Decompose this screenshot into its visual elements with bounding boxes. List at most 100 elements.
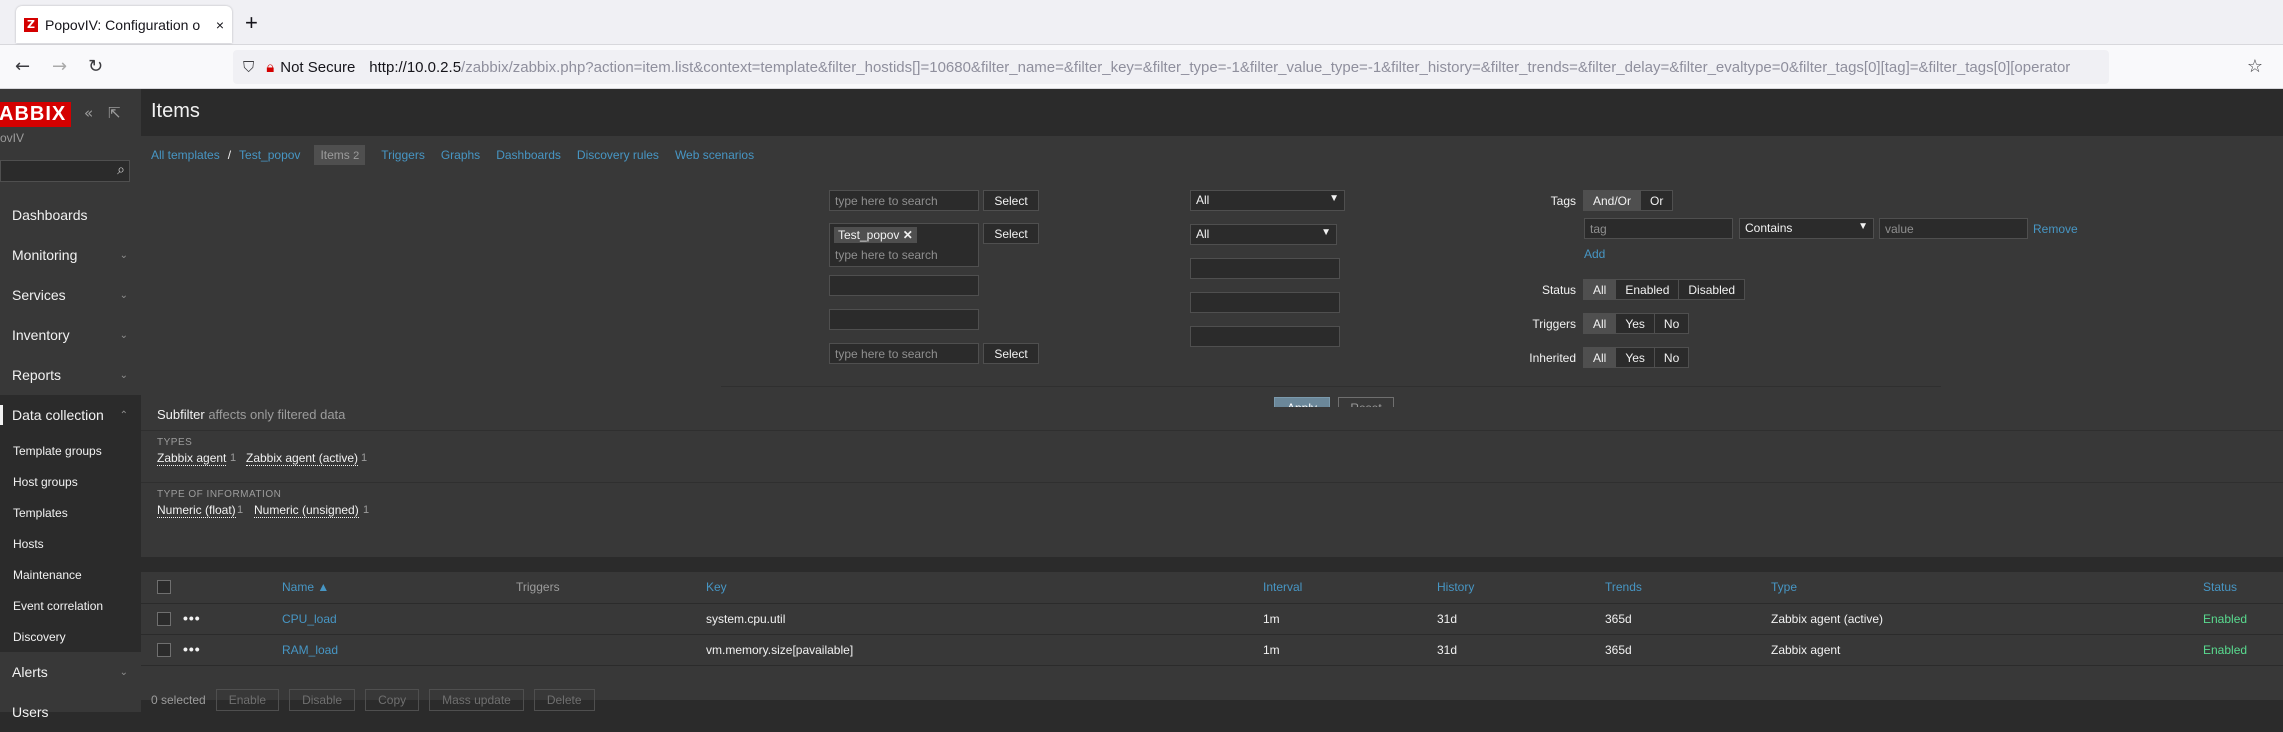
collapse-sidebar-icon[interactable]: « xyxy=(84,104,93,122)
delete-button[interactable]: Delete xyxy=(533,689,595,711)
submenu-item-template-groups[interactable]: Template groups xyxy=(0,435,141,466)
mass-update-button[interactable]: Mass update xyxy=(429,689,524,711)
header-trends[interactable]: Trends xyxy=(1605,580,1642,594)
type-select[interactable]: All ▼ xyxy=(1190,190,1345,211)
tag-operator-select[interactable]: Contains ▼ xyxy=(1739,218,1874,239)
enable-button[interactable]: Enable xyxy=(215,689,280,711)
menu-item-inventory[interactable]: Inventory ⌄ xyxy=(0,315,141,355)
tag-value-input[interactable]: value xyxy=(1879,218,2028,239)
menu-item-reports[interactable]: Reports ⌄ xyxy=(0,355,141,395)
close-tab-icon[interactable]: × xyxy=(216,17,224,33)
triggers-all-option[interactable]: All xyxy=(1583,313,1617,334)
header-key[interactable]: Key xyxy=(706,580,727,594)
remove-chip-icon[interactable]: ✕ xyxy=(903,228,913,242)
zabbix-logo[interactable]: ABBIX xyxy=(0,102,72,127)
inherited-no-option[interactable]: No xyxy=(1653,347,1690,368)
item-status-link[interactable]: Enabled xyxy=(2203,612,2247,626)
key-input[interactable] xyxy=(829,309,979,330)
status-disabled-option[interactable]: Disabled xyxy=(1678,279,1746,300)
history-input[interactable] xyxy=(1190,258,1340,279)
tab-dashboards[interactable]: Dashboards xyxy=(496,148,561,162)
item-name-link[interactable]: CPU_load xyxy=(282,612,337,626)
templates-search-placeholder[interactable]: type here to search xyxy=(835,248,938,262)
subfilter-type-zabbix-agent-active[interactable]: Zabbix agent (active) xyxy=(246,451,359,466)
inherited-toggle[interactable]: All Yes No xyxy=(1583,347,1690,368)
browser-tab[interactable]: Z PopovIV: Configuration o × xyxy=(16,6,232,43)
name-input[interactable] xyxy=(829,275,979,296)
tag-remove-link[interactable]: Remove xyxy=(2033,222,2078,236)
inherited-yes-option[interactable]: Yes xyxy=(1615,347,1655,368)
submenu-item-maintenance[interactable]: Maintenance xyxy=(0,559,141,590)
tab-web-scenarios[interactable]: Web scenarios xyxy=(675,148,754,162)
tab-graphs[interactable]: Graphs xyxy=(441,148,480,162)
header-type[interactable]: Type xyxy=(1771,580,1797,594)
row-checkbox[interactable] xyxy=(157,643,171,657)
templates-multiselect[interactable]: Test_popov ✕ type here to search xyxy=(829,223,979,267)
menu-item-monitoring[interactable]: Monitoring ⌄ xyxy=(0,235,141,275)
or-option[interactable]: Or xyxy=(1640,190,1674,211)
triggers-yes-option[interactable]: Yes xyxy=(1615,313,1655,334)
header-status[interactable]: Status xyxy=(2203,580,2237,594)
template-groups-input[interactable]: type here to search xyxy=(829,190,979,211)
submenu-item-event-correlation[interactable]: Event correlation xyxy=(0,590,141,621)
template-groups-select-button[interactable]: Select xyxy=(983,190,1039,211)
value-mapping-select-button[interactable]: Select xyxy=(983,343,1039,364)
row-checkbox[interactable] xyxy=(157,612,171,626)
item-status-link[interactable]: Enabled xyxy=(2203,643,2247,657)
and-or-option[interactable]: And/Or xyxy=(1583,190,1642,211)
tags-evaltype-toggle[interactable]: And/Or Or xyxy=(1583,190,1674,211)
type-of-information-select[interactable]: All ▼ xyxy=(1190,224,1337,245)
breadcrumb-template[interactable]: Test_popov xyxy=(239,148,300,162)
menu-item-services[interactable]: Services ⌄ xyxy=(0,275,141,315)
tab-items[interactable]: Items 2 xyxy=(314,144,366,165)
forward-icon[interactable]: → xyxy=(52,56,67,77)
update-interval-input[interactable] xyxy=(1190,326,1340,347)
triggers-toggle[interactable]: All Yes No xyxy=(1583,313,1690,334)
hide-sidebar-icon[interactable]: ⇱ xyxy=(108,104,121,122)
shield-icon[interactable]: ⛉ xyxy=(243,58,254,76)
status-enabled-option[interactable]: Enabled xyxy=(1615,279,1680,300)
triggers-no-option[interactable]: No xyxy=(1653,313,1690,334)
menu-item-dashboards[interactable]: Dashboards xyxy=(0,195,141,235)
item-name-link[interactable]: RAM_load xyxy=(282,643,338,657)
submenu-item-templates[interactable]: Templates xyxy=(0,497,141,528)
tab-triggers[interactable]: Triggers xyxy=(381,148,425,162)
new-tab-icon[interactable]: + xyxy=(245,12,258,34)
search-icon[interactable]: ⌕ xyxy=(117,162,125,178)
status-all-option[interactable]: All xyxy=(1583,279,1617,300)
tag-add-link[interactable]: Add xyxy=(1584,247,1605,261)
trends-input[interactable] xyxy=(1190,292,1340,313)
sidebar-search-input[interactable]: ⌕ xyxy=(0,160,130,182)
disable-button[interactable]: Disable xyxy=(289,689,356,711)
address-bar[interactable]: ⛉ 🔒︎ Not Secure http://10.0.2.5/zabbix/z… xyxy=(233,50,2109,84)
row-menu-icon[interactable]: ••• xyxy=(183,641,201,657)
row-menu-icon[interactable]: ••• xyxy=(183,610,201,626)
submenu-item-discovery[interactable]: Discovery xyxy=(0,621,141,652)
header-interval[interactable]: Interval xyxy=(1263,580,1302,594)
copy-button[interactable]: Copy xyxy=(365,689,420,711)
header-history[interactable]: History xyxy=(1437,580,1474,594)
insecure-lock-icon[interactable]: 🔒︎ xyxy=(266,58,274,76)
select-all-checkbox[interactable] xyxy=(157,580,171,594)
submenu-item-host-groups[interactable]: Host groups xyxy=(0,466,141,497)
subfilter-info-unsigned[interactable]: Numeric (unsigned) xyxy=(254,503,359,518)
submenu-item-hosts[interactable]: Hosts xyxy=(0,528,141,559)
templates-select-button[interactable]: Select xyxy=(983,223,1039,244)
subfilter-type-zabbix-agent[interactable]: Zabbix agent xyxy=(157,451,227,466)
url-text[interactable]: http://10.0.2.5/zabbix/zabbix.php?action… xyxy=(369,59,2070,76)
breadcrumb-all-templates[interactable]: All templates xyxy=(151,148,220,162)
header-name[interactable]: Name ▲ xyxy=(282,580,329,594)
tab-discovery-rules[interactable]: Discovery rules xyxy=(577,148,659,162)
tag-name-input[interactable]: tag xyxy=(1584,218,1733,239)
menu-item-users[interactable]: Users xyxy=(0,692,141,732)
bookmark-star-icon[interactable]: ☆ xyxy=(2247,56,2263,77)
menu-item-data-collection[interactable]: Data collection ⌃ xyxy=(0,395,141,435)
menu-item-alerts[interactable]: Alerts ⌄ xyxy=(0,652,141,692)
subfilter-panel: Subfilter affects only filtered data TYP… xyxy=(141,407,2283,557)
inherited-all-option[interactable]: All xyxy=(1583,347,1617,368)
status-toggle[interactable]: All Enabled Disabled xyxy=(1583,279,1746,300)
reload-icon[interactable]: ↻ xyxy=(88,56,103,77)
back-icon[interactable]: ← xyxy=(15,56,30,77)
subfilter-info-float[interactable]: Numeric (float) xyxy=(157,503,236,518)
value-mapping-input[interactable]: type here to search xyxy=(829,343,979,364)
